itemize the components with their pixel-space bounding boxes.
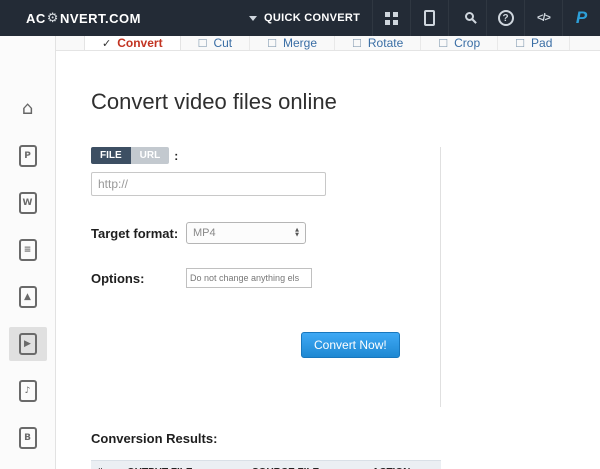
api-code-button[interactable]: </> <box>524 0 562 36</box>
tab-cut-label: Cut <box>213 36 232 50</box>
select-arrows-icon: ▲ ▼ <box>295 228 299 238</box>
tab-rotate-label: Rotate <box>368 36 403 50</box>
tab-cut[interactable]: ☐ Cut <box>181 36 251 50</box>
tab-pad[interactable]: ☐ Pad <box>498 36 570 50</box>
checkbox-icon: ☐ <box>438 37 448 50</box>
source-tab-url[interactable]: URL <box>131 147 170 164</box>
column-header-action: ACTION <box>366 461 441 469</box>
page-content: Convert video files online FILE URL : Ta… <box>56 51 600 469</box>
sidebar-item-ebook[interactable]: B <box>9 421 47 455</box>
column-header-output-file: OUTPUT FILE <box>121 461 246 469</box>
tab-convert[interactable]: ✓ Convert <box>84 36 181 50</box>
tab-crop-label: Crop <box>454 36 480 50</box>
help-icon: ? <box>498 10 514 26</box>
paypal-icon: P <box>576 8 587 28</box>
target-format-value: MP4 <box>193 227 216 239</box>
column-header-source-file: SOURCE FILE <box>246 461 366 469</box>
code-icon: </> <box>537 12 550 24</box>
document-file-icon: ≡ <box>19 239 37 261</box>
video-file-icon: ▶ <box>19 333 37 355</box>
topbar-icon-group: ? </> P <box>372 0 600 36</box>
sidebar-item-video[interactable]: ▶ <box>9 327 47 361</box>
quick-convert-label: QUICK CONVERT <box>264 12 360 24</box>
sidebar-item-image[interactable]: ▲ <box>9 280 47 314</box>
arrow-down-icon: ▼ <box>295 233 299 238</box>
results-table: # OUTPUT FILE SOURCE FILE ACTION <box>91 460 441 469</box>
sidebar-item-home[interactable]: ⌂ <box>9 92 47 126</box>
tab-convert-label: Convert <box>117 36 162 50</box>
check-icon: ✓ <box>102 37 111 50</box>
options-label: Options: <box>91 271 186 286</box>
checkbox-icon: ☐ <box>198 37 208 50</box>
tab-merge[interactable]: ☐ Merge <box>250 36 335 50</box>
tab-rotate[interactable]: ☐ Rotate <box>335 36 421 50</box>
apps-grid-button[interactable] <box>372 0 410 36</box>
sidebar-item-word[interactable]: W <box>9 186 47 220</box>
image-file-icon: ▲ <box>19 286 37 308</box>
pdf-file-icon: P <box>19 145 37 167</box>
sidebar-item-document[interactable]: ≡ <box>9 233 47 267</box>
url-input[interactable] <box>91 172 326 196</box>
sidebar-item-pdf[interactable]: P <box>9 139 47 173</box>
mobile-device-icon <box>424 10 435 26</box>
chevron-down-icon <box>249 16 257 21</box>
content-column: ✓ Convert ☐ Cut ☐ Merge ☐ Rotate ☐ Crop … <box>56 36 600 469</box>
ebook-file-icon: B <box>19 427 37 449</box>
sidebar-item-audio[interactable]: ♪ <box>9 374 47 408</box>
options-input[interactable] <box>186 268 312 288</box>
paypal-donate-button[interactable]: P <box>562 0 600 36</box>
column-header-number: # <box>91 461 121 469</box>
convert-now-button[interactable]: Convert Now! <box>301 332 400 358</box>
checkbox-icon: ☐ <box>515 37 525 50</box>
page-title: Convert video files online <box>91 89 600 115</box>
home-icon: ⌂ <box>22 100 33 118</box>
mobile-version-button[interactable] <box>410 0 448 36</box>
logo-text-suffix: NVERT.COM <box>60 11 141 26</box>
tab-crop[interactable]: ☐ Crop <box>421 36 498 50</box>
options-row: Options: <box>91 268 440 288</box>
audio-file-icon: ♪ <box>19 380 37 402</box>
target-format-row: Target format: MP4 ▲ ▼ <box>91 222 440 244</box>
conversion-results-label: Conversion Results: <box>91 431 600 446</box>
source-selector-colon: : <box>174 149 178 163</box>
search-button[interactable] <box>448 0 486 36</box>
target-format-select[interactable]: MP4 ▲ ▼ <box>186 222 306 244</box>
target-format-label: Target format: <box>91 226 186 241</box>
checkbox-icon: ☐ <box>267 37 277 50</box>
top-navigation-bar: AC ⚙ NVERT.COM QUICK CONVERT ? </> P <box>0 0 600 36</box>
quick-convert-menu[interactable]: QUICK CONVERT <box>249 12 360 24</box>
source-tab-file[interactable]: FILE <box>91 147 131 164</box>
apps-grid-icon <box>385 12 398 25</box>
main-wrapper: ⌂ P W ≡ ▲ ▶ ♪ B ✓ Convert <box>0 36 600 469</box>
tab-pad-label: Pad <box>531 36 552 50</box>
help-button[interactable]: ? <box>486 0 524 36</box>
logo-text-prefix: AC <box>26 11 46 26</box>
gear-icon: ⚙ <box>47 11 59 26</box>
category-sidebar: ⌂ P W ≡ ▲ ▶ ♪ B <box>0 36 56 469</box>
results-header-row: # OUTPUT FILE SOURCE FILE ACTION <box>91 461 441 469</box>
word-file-icon: W <box>19 192 37 214</box>
source-type-selector: FILE URL : <box>91 147 440 164</box>
checkbox-icon: ☐ <box>352 37 362 50</box>
tab-merge-label: Merge <box>283 36 317 50</box>
tool-tab-bar: ✓ Convert ☐ Cut ☐ Merge ☐ Rotate ☐ Crop … <box>56 36 600 51</box>
convert-form: FILE URL : Target format: MP4 ▲ ▼ <box>91 147 441 407</box>
site-logo[interactable]: AC ⚙ NVERT.COM <box>26 11 141 26</box>
search-icon <box>465 12 474 21</box>
